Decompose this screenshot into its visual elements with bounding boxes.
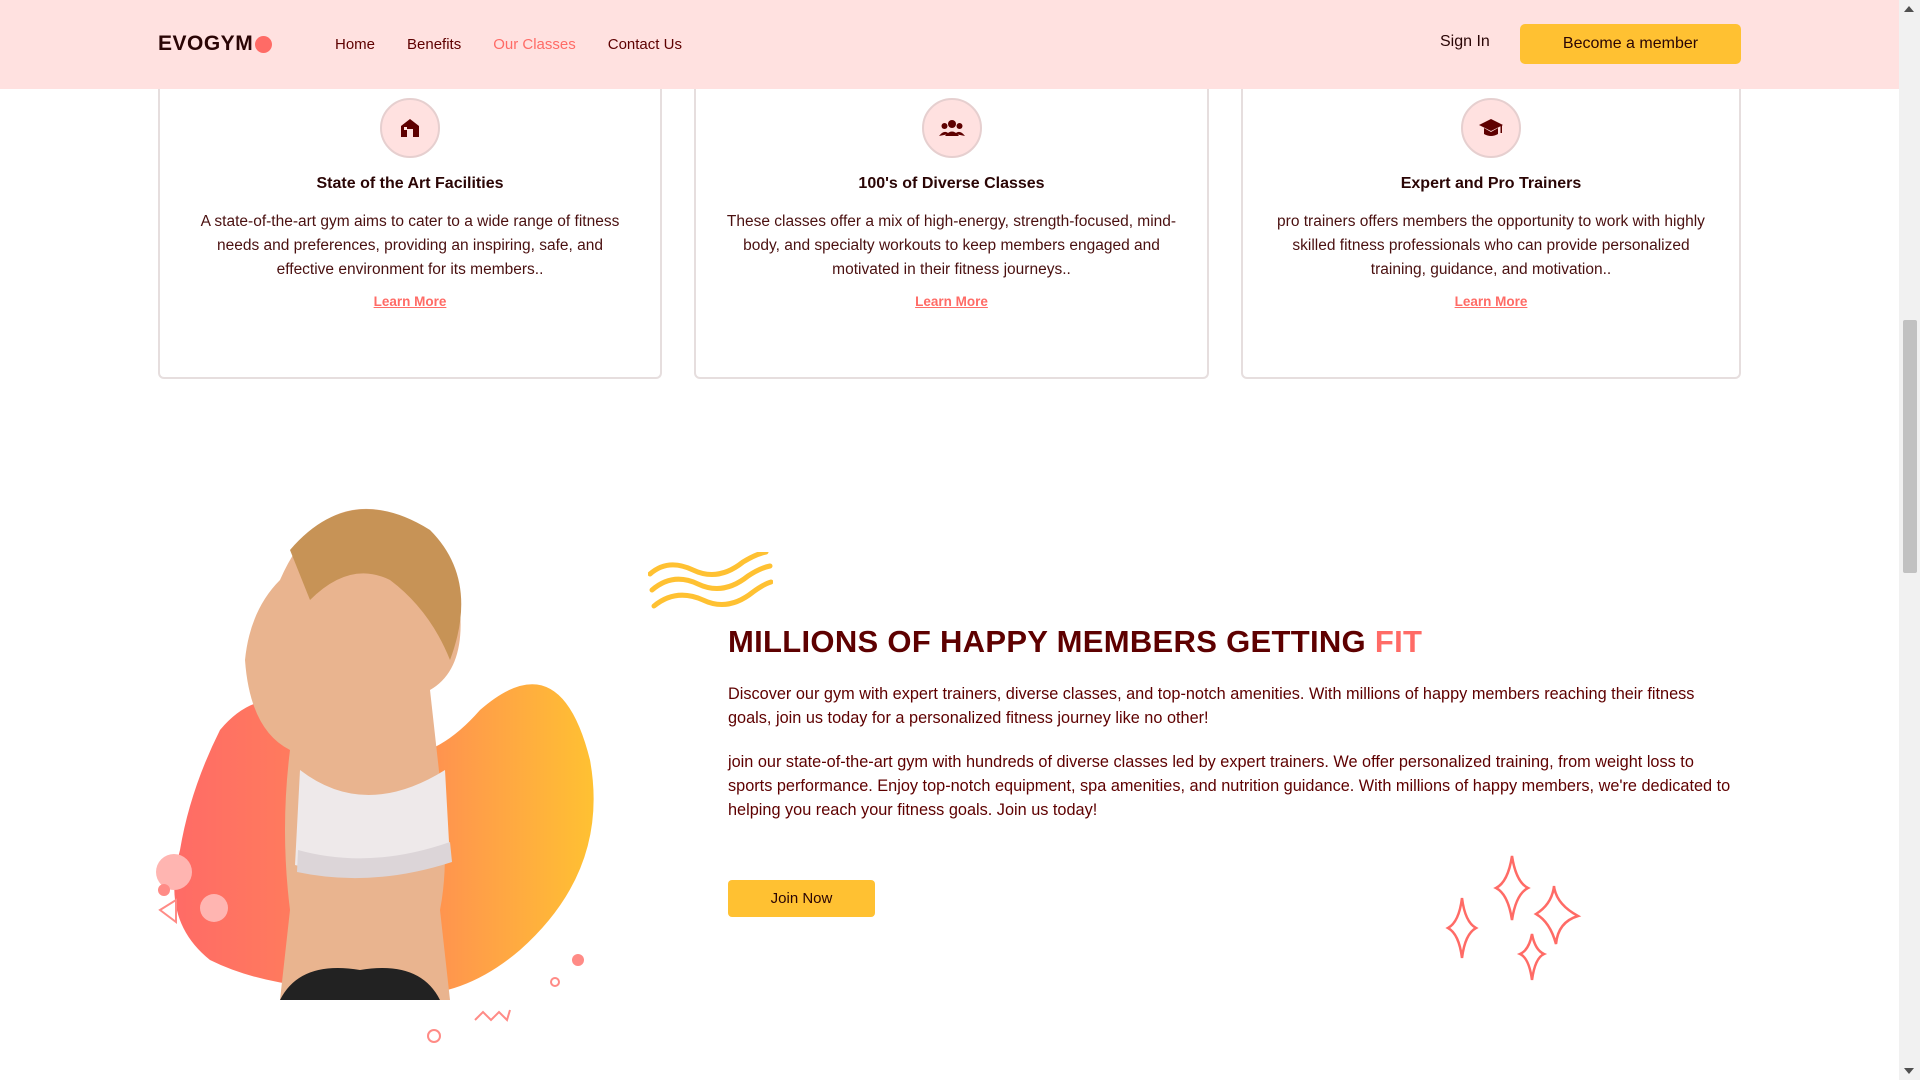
learn-more-link[interactable]: Learn More: [160, 294, 660, 309]
headline-accent: FIT: [1374, 624, 1423, 659]
card-description: pro trainers offers members the opportun…: [1277, 213, 1705, 278]
members-paragraph-2: join our state-of-the-art gym with hundr…: [728, 753, 1731, 819]
scroll-thumb[interactable]: [1903, 320, 1917, 573]
sparkles-icon: [1445, 855, 1582, 981]
members-headline: MILLIONS OF HAPPY MEMBERS GETTING FIT: [728, 624, 1422, 660]
happy-member-graphic: [150, 490, 630, 1050]
nav-link-our-classes[interactable]: Our Classes: [493, 36, 576, 53]
join-now-button[interactable]: Join Now: [728, 880, 875, 917]
logo[interactable]: EVOGYM: [158, 32, 273, 56]
learn-more-link[interactable]: Learn More: [696, 294, 1207, 309]
nav-link-benefits[interactable]: Benefits: [407, 36, 461, 53]
home-icon: [380, 98, 440, 158]
learn-more-link[interactable]: Learn More: [1243, 294, 1739, 309]
card-title: Expert and Pro Trainers: [1400, 175, 1582, 192]
logo-dot-icon: [255, 35, 273, 53]
page-scrollbar[interactable]: [1899, 0, 1920, 1080]
users-icon: [921, 98, 982, 158]
become-member-button[interactable]: Become a member: [1520, 24, 1741, 64]
members-paragraph-1: Discover our gym with expert trainers, d…: [728, 685, 1695, 727]
card-title: State of the Art Facilities: [316, 175, 504, 192]
benefit-card-classes: 100's of Diverse Classes These classes o…: [694, 60, 1209, 379]
benefit-card-trainers: Expert and Pro Trainers pro trainers off…: [1241, 60, 1741, 379]
headline-text: MILLIONS OF HAPPY MEMBERS GETTING: [728, 624, 1366, 659]
nav-link-contact-us[interactable]: Contact Us: [608, 36, 682, 53]
scroll-down-arrow-icon[interactable]: [1904, 1068, 1914, 1074]
card-description: These classes offer a mix of high-energy…: [726, 213, 1177, 278]
logo-text: EVOGYM: [158, 32, 254, 55]
sign-in-link[interactable]: Sign In: [1440, 33, 1490, 51]
nav-link-home[interactable]: Home: [335, 36, 375, 53]
benefit-card-facilities: State of the Art Facilities A state-of-t…: [158, 60, 662, 379]
graduation-cap-icon: [1461, 98, 1521, 158]
wave-decoration-icon: [648, 552, 773, 609]
navbar: EVOGYM Home Benefits Our Classes Contact…: [0, 0, 1899, 89]
card-title: 100's of Diverse Classes: [858, 175, 1045, 192]
nav-links: Home Benefits Our Classes Contact Us: [335, 0, 714, 89]
scroll-up-arrow-icon[interactable]: [1904, 6, 1914, 12]
card-description: A state-of-the-art gym aims to cater to …: [200, 213, 620, 278]
